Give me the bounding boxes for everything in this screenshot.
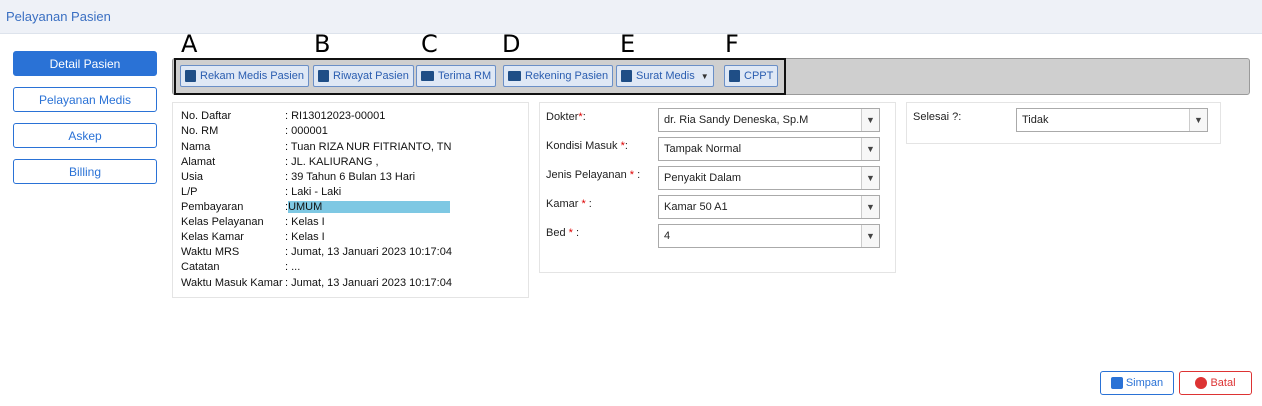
- dokter-label: Dokter*:: [546, 111, 586, 123]
- nama-label: Nama: [181, 141, 211, 153]
- no-daftar-value: : RI13012023-00001: [285, 110, 386, 122]
- info-no-daftar: No. Daftar : RI13012023-00001: [181, 110, 385, 122]
- annotation-f: F: [725, 30, 739, 58]
- wallet-icon: [508, 71, 521, 81]
- annotation-c: C: [421, 30, 438, 58]
- info-kelas-kamar: Kelas Kamar : Kelas I: [181, 231, 325, 243]
- selesai-label: Selesai ?:: [913, 111, 962, 123]
- info-pembayaran: Pembayaran:UMUM: [181, 201, 451, 213]
- sidebar-item-detail-pasien[interactable]: Detail Pasien: [13, 51, 157, 76]
- bed-label: Bed * :: [546, 227, 580, 239]
- catatan-value: : ...: [285, 261, 301, 273]
- sidebar-item-pelayanan-medis[interactable]: Pelayanan Medis: [13, 87, 157, 112]
- kondisi-masuk-select[interactable]: Tampak Normal ▼: [658, 137, 880, 161]
- page-title: Pelayanan Pasien: [6, 9, 111, 24]
- close-circle-icon: [1195, 377, 1208, 389]
- kondisi-masuk-value: Tampak Normal: [664, 143, 742, 155]
- sidebar-item-billing[interactable]: Billing: [13, 159, 157, 184]
- kelas-pelayanan-value: : Kelas I: [285, 216, 325, 228]
- info-usia: Usia : 39 Tahun 6 Bulan 13 Hari: [181, 171, 415, 183]
- chevron-down-icon: ▼: [1189, 109, 1207, 131]
- chevron-down-icon: ▼: [861, 109, 879, 131]
- info-waktu-mrs: Waktu MRS : Jumat, 13 Januari 2023 10:17:…: [181, 246, 452, 258]
- pembayaran-value: UMUM: [288, 201, 451, 213]
- document-icon: [185, 70, 196, 82]
- annotation-d: D: [502, 30, 521, 58]
- chevron-down-icon: ▼: [861, 138, 879, 160]
- lp-label: L/P: [181, 186, 198, 198]
- info-alamat: Alamat : JL. KALIURANG ,: [181, 156, 379, 168]
- alamat-label: Alamat: [181, 156, 216, 168]
- riwayat-pasien-label: Riwayat Pasien: [333, 70, 409, 82]
- annotation-e: E: [620, 30, 636, 58]
- selesai-select[interactable]: Tidak ▼: [1016, 108, 1208, 132]
- kamar-label: Kamar * :: [546, 198, 592, 210]
- batal-button[interactable]: Batal: [1179, 371, 1252, 395]
- terima-rm-button[interactable]: Terima RM: [416, 65, 497, 87]
- surat-medis-label: Surat Medis: [636, 70, 695, 82]
- info-catatan: Catatan : ...: [181, 261, 300, 273]
- chevron-down-icon: ▼: [861, 167, 879, 189]
- list-document-icon: [729, 70, 740, 82]
- waktu-masuk-kamar-value: : Jumat, 13 Januari 2023 10:17:04: [285, 277, 452, 289]
- file-history-icon: [318, 70, 329, 82]
- title-bar: Pelayanan Pasien: [0, 0, 1262, 34]
- riwayat-pasien-button[interactable]: Riwayat Pasien: [313, 65, 414, 87]
- bed-value: 4: [664, 230, 671, 242]
- annotation-b: B: [314, 30, 331, 58]
- info-no-rm: No. RM : 000001: [181, 125, 328, 137]
- info-lp: L/P : Laki - Laki: [181, 186, 341, 198]
- cppt-label: CPPT: [744, 70, 774, 82]
- waktu-masuk-kamar-label: Waktu Masuk Kamar: [181, 277, 283, 289]
- jenis-pelayanan-label: Jenis Pelayanan * :: [546, 169, 641, 181]
- jenis-pelayanan-select[interactable]: Penyakit Dalam ▼: [658, 166, 880, 190]
- rekening-pasien-button[interactable]: Rekening Pasien: [503, 65, 614, 87]
- waktu-mrs-value: : Jumat, 13 Januari 2023 10:17:04: [285, 246, 452, 258]
- usia-label: Usia: [181, 171, 204, 183]
- kelas-kamar-label: Kelas Kamar: [181, 231, 244, 243]
- dokter-value: dr. Ria Sandy Deneska, Sp.M: [664, 114, 809, 126]
- rekam-medis-pasien-label: Rekam Medis Pasien: [200, 70, 304, 82]
- file-add-icon: [621, 70, 632, 82]
- batal-label: Batal: [1210, 377, 1236, 389]
- simpan-label: Simpan: [1125, 377, 1164, 389]
- pembayaran-label: Pembayaran: [181, 201, 244, 213]
- sidebar-item-askep[interactable]: Askep: [13, 123, 157, 148]
- save-icon: [1110, 377, 1123, 389]
- usia-value: : 39 Tahun 6 Bulan 13 Hari: [285, 171, 416, 183]
- cppt-button[interactable]: CPPT: [724, 65, 779, 87]
- rekening-pasien-label: Rekening Pasien: [525, 70, 609, 82]
- kelas-pelayanan-label: Kelas Pelayanan: [181, 216, 264, 228]
- info-kelas-pelayanan: Kelas Pelayanan : Kelas I: [181, 216, 325, 228]
- selesai-value: Tidak: [1022, 114, 1049, 126]
- terima-rm-label: Terima RM: [438, 70, 492, 82]
- kamar-select[interactable]: Kamar 50 A1 ▼: [658, 195, 880, 219]
- lp-value: : Laki - Laki: [285, 186, 342, 198]
- info-nama: Nama : Tuan RIZA NUR FITRIANTO, TN: [181, 141, 451, 153]
- waktu-mrs-label: Waktu MRS: [181, 246, 240, 258]
- kondisi-masuk-label: Kondisi Masuk *:: [546, 140, 628, 152]
- info-waktu-masuk-kamar: Waktu Masuk Kamar: Jumat, 13 Januari 202…: [181, 277, 452, 289]
- kelas-kamar-value: : Kelas I: [285, 231, 325, 243]
- dokter-select[interactable]: dr. Ria Sandy Deneska, Sp.M ▼: [658, 108, 880, 132]
- caret-down-icon: ▼: [700, 71, 709, 81]
- inbox-icon: [421, 71, 434, 81]
- alamat-value: : JL. KALIURANG ,: [285, 156, 379, 168]
- no-rm-label: No. RM: [181, 125, 219, 137]
- no-daftar-label: No. Daftar: [181, 110, 232, 122]
- surat-medis-dropdown-button[interactable]: Surat Medis ▼: [616, 65, 714, 87]
- simpan-button[interactable]: Simpan: [1100, 371, 1174, 395]
- catatan-label: Catatan: [181, 261, 220, 273]
- annotation-a: A: [181, 30, 198, 58]
- rekam-medis-pasien-button[interactable]: Rekam Medis Pasien: [180, 65, 309, 87]
- jenis-pelayanan-value: Penyakit Dalam: [664, 172, 742, 184]
- nama-value: : Tuan RIZA NUR FITRIANTO, TN: [285, 141, 452, 153]
- bed-select[interactable]: 4 ▼: [658, 224, 880, 248]
- chevron-down-icon: ▼: [861, 196, 879, 218]
- chevron-down-icon: ▼: [861, 225, 879, 247]
- kamar-value: Kamar 50 A1: [664, 201, 728, 213]
- no-rm-value: : 000001: [285, 125, 328, 137]
